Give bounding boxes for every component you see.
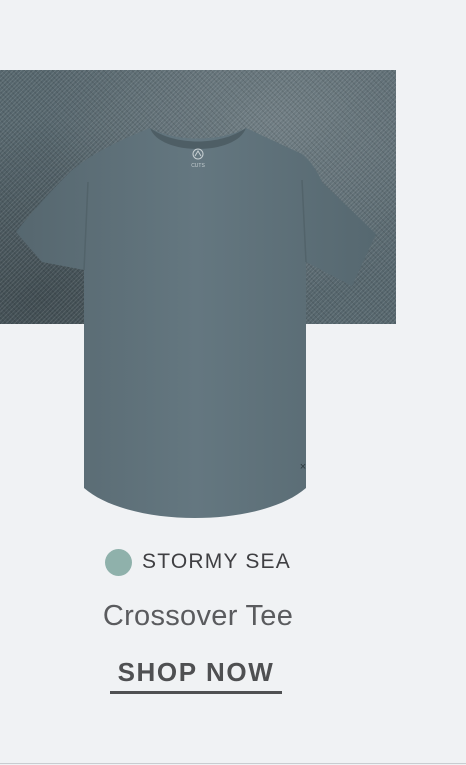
color-swatch[interactable] [105,548,133,576]
product-title[interactable]: Crossover Tee [0,600,396,633]
color-name-label: STORMY SEA [142,550,291,573]
hem-mark: × [300,461,306,473]
color-option[interactable]: STORMY SEA [0,547,396,577]
shop-now-link[interactable]: SHOP NOW [110,657,282,694]
tee-body [16,128,376,518]
brand-logo-text: CUTS [191,163,205,169]
tee-product-image[interactable]: CUTS × [0,110,396,530]
bottom-divider [0,763,466,764]
